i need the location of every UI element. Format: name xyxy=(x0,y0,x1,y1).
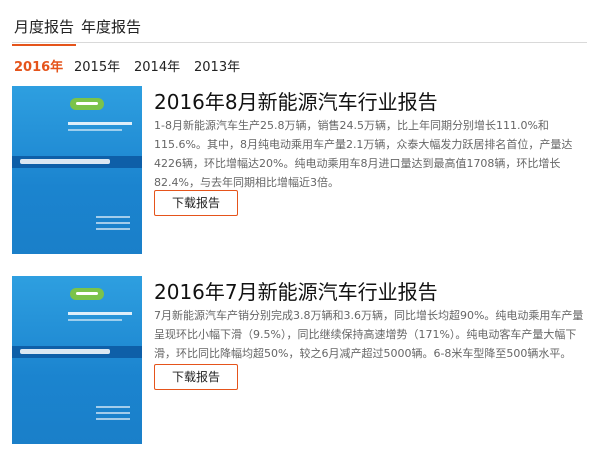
year-2013[interactable]: 2013年 xyxy=(194,56,240,75)
tab-annual-report[interactable]: 年度报告 xyxy=(81,16,141,37)
report-item: 2016年8月新能源汽车行业报告 1-8月新能源汽车生产25.8万辆，销售24.… xyxy=(12,86,590,256)
report-description: 1-8月新能源汽车生产25.8万辆，销售24.5万辆，比上年同期分别增长111.… xyxy=(154,119,573,189)
download-report-button[interactable]: 下载报告 xyxy=(154,364,238,390)
report-item: 2016年7月新能源汽车行业报告 7月新能源汽车产销分别完成3.8万辆和3.6万… xyxy=(12,276,590,446)
year-2014[interactable]: 2014年 xyxy=(134,56,180,75)
year-2015[interactable]: 2015年 xyxy=(74,56,120,75)
report-cover-image[interactable] xyxy=(12,276,142,444)
year-2016[interactable]: 2016年 xyxy=(14,56,63,75)
report-cover-image[interactable] xyxy=(12,86,142,254)
report-title[interactable]: 2016年7月新能源汽车行业报告 xyxy=(154,276,438,305)
report-tabs: 月度报告 年度报告 xyxy=(11,12,587,46)
download-report-button[interactable]: 下载报告 xyxy=(154,190,238,216)
logo-icon xyxy=(70,98,104,110)
logo-icon xyxy=(70,288,104,300)
tab-monthly-report[interactable]: 月度报告 xyxy=(11,16,77,46)
report-description: 7月新能源汽车产销分别完成3.8万辆和3.6万辆，同比增长均超90%。纯电动乘用… xyxy=(154,309,584,360)
report-title[interactable]: 2016年8月新能源汽车行业报告 xyxy=(154,86,438,115)
